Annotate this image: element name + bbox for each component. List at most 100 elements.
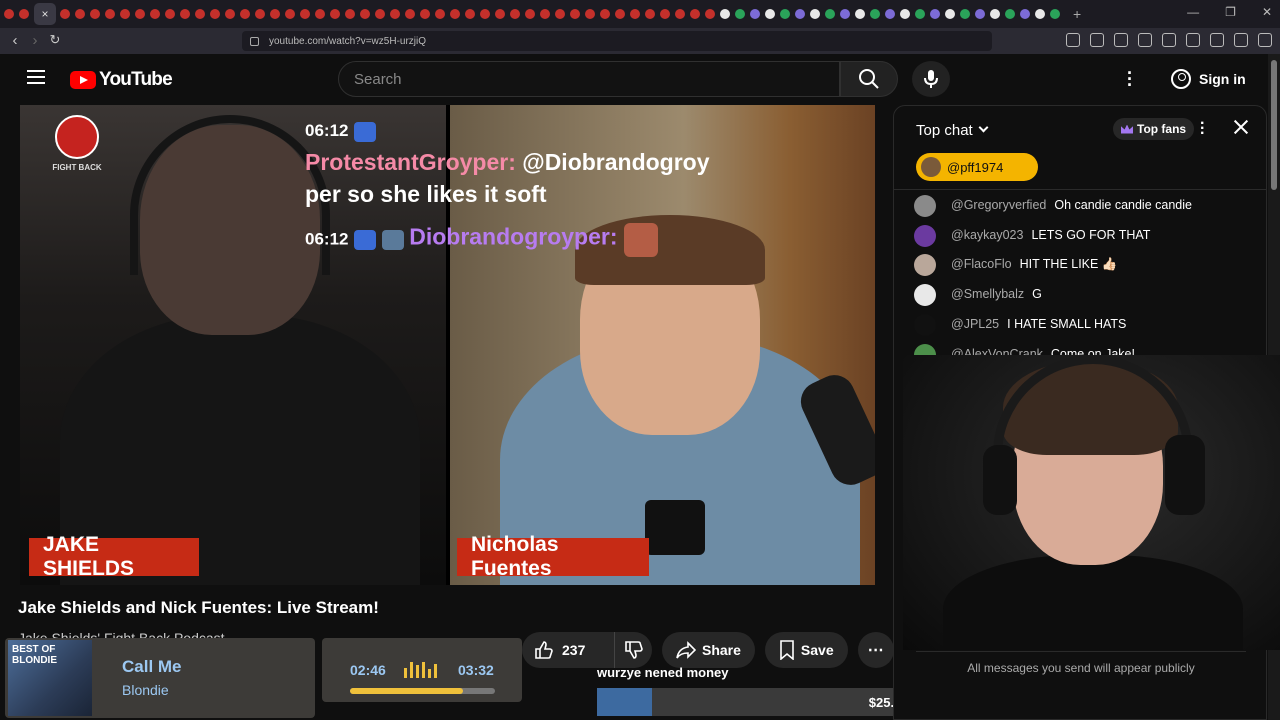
share-button[interactable]: Share xyxy=(662,632,755,668)
browser-tab[interactable] xyxy=(885,9,895,19)
more-actions-button[interactable]: ⋯ xyxy=(857,632,894,668)
active-browser-tab[interactable]: × xyxy=(34,3,56,25)
pinned-user-chip[interactable]: @pff1974 xyxy=(916,153,1038,181)
browser-tab[interactable] xyxy=(450,9,460,19)
browser-tab[interactable] xyxy=(930,9,940,19)
browser-tab[interactable] xyxy=(150,9,160,19)
extension-icon[interactable] xyxy=(1066,33,1080,47)
browser-tab[interactable] xyxy=(165,9,175,19)
chat-message[interactable]: @kaykay023 LETS GO FOR THAT xyxy=(914,225,1254,247)
minimize-button[interactable]: — xyxy=(1187,5,1199,19)
extension-icon[interactable] xyxy=(1234,33,1248,47)
browser-tab[interactable] xyxy=(1035,9,1045,19)
browser-tab[interactable] xyxy=(435,9,445,19)
close-chat-icon[interactable] xyxy=(1232,118,1250,136)
browser-tab[interactable] xyxy=(270,9,280,19)
chat-author[interactable]: @JPL25 xyxy=(951,317,999,331)
browser-tab[interactable] xyxy=(705,9,715,19)
extension-icon[interactable] xyxy=(1186,33,1200,47)
browser-tab[interactable] xyxy=(675,9,685,19)
top-fans-button[interactable]: Top fans xyxy=(1113,118,1195,140)
chat-message[interactable]: @Smellybalz G xyxy=(914,284,1254,306)
browser-tab[interactable] xyxy=(645,9,655,19)
browser-tab[interactable] xyxy=(525,9,535,19)
extension-icon[interactable] xyxy=(1138,33,1152,47)
browser-tab[interactable] xyxy=(990,9,1000,19)
avatar[interactable] xyxy=(914,225,936,247)
browser-tab[interactable] xyxy=(585,9,595,19)
sign-in-button[interactable]: Sign in xyxy=(1163,64,1255,94)
browser-tab[interactable] xyxy=(225,9,235,19)
browser-tab[interactable] xyxy=(405,9,415,19)
browser-tab[interactable] xyxy=(240,9,250,19)
browser-tab[interactable] xyxy=(600,9,610,19)
avatar[interactable] xyxy=(914,284,936,306)
chat-author[interactable]: @FlacoFlo xyxy=(951,257,1012,271)
browser-tab[interactable] xyxy=(345,9,355,19)
like-button[interactable]: 237 xyxy=(522,632,608,668)
browser-tab[interactable] xyxy=(210,9,220,19)
extension-icon[interactable] xyxy=(1114,33,1128,47)
browser-tab[interactable] xyxy=(255,9,265,19)
site-info-icon[interactable] xyxy=(250,36,259,46)
browser-tab[interactable] xyxy=(870,9,880,19)
forward-button[interactable]: › xyxy=(24,32,46,49)
browser-tab[interactable] xyxy=(540,9,550,19)
browser-tab[interactable] xyxy=(630,9,640,19)
browser-tab[interactable] xyxy=(570,9,580,19)
reload-icon[interactable]: ↻ xyxy=(44,32,66,48)
browser-tab[interactable] xyxy=(330,9,340,19)
browser-tab[interactable] xyxy=(4,9,14,19)
search-button[interactable] xyxy=(840,61,898,97)
browser-tab[interactable] xyxy=(510,9,520,19)
settings-menu-icon[interactable]: · · · xyxy=(1127,64,1133,94)
browser-tab[interactable] xyxy=(120,9,130,19)
save-button[interactable]: Save xyxy=(764,632,848,668)
chat-more-options-icon[interactable]: · · · xyxy=(1200,116,1205,142)
browser-tab[interactable] xyxy=(90,9,100,19)
browser-tab[interactable] xyxy=(915,9,925,19)
avatar[interactable] xyxy=(914,314,936,336)
browser-tab[interactable] xyxy=(60,9,70,19)
browser-tab[interactable] xyxy=(840,9,850,19)
browser-tab[interactable] xyxy=(750,9,760,19)
browser-tab[interactable] xyxy=(720,9,730,19)
chat-author[interactable]: @kaykay023 xyxy=(951,228,1023,242)
browser-tab[interactable] xyxy=(900,9,910,19)
voice-search-button[interactable] xyxy=(912,61,950,97)
browser-tab[interactable] xyxy=(465,9,475,19)
browser-tab[interactable] xyxy=(855,9,865,19)
chat-author[interactable]: @Gregoryverfied xyxy=(951,198,1046,212)
extension-icon[interactable] xyxy=(1210,33,1224,47)
maximize-button[interactable]: ❐ xyxy=(1225,5,1236,19)
chat-message[interactable]: @Gregoryverfied Oh candie candie candie xyxy=(914,195,1254,217)
youtube-logo[interactable]: YouTube xyxy=(70,69,173,91)
browser-tab[interactable] xyxy=(735,9,745,19)
browser-tab[interactable] xyxy=(810,9,820,19)
browser-tab[interactable] xyxy=(975,9,985,19)
extension-icon[interactable] xyxy=(1090,33,1104,47)
browser-tab[interactable] xyxy=(19,9,29,19)
extension-icon[interactable] xyxy=(1162,33,1176,47)
browser-tab[interactable] xyxy=(360,9,370,19)
browser-tab[interactable] xyxy=(495,9,505,19)
browser-tab[interactable] xyxy=(765,9,775,19)
browser-tab[interactable] xyxy=(375,9,385,19)
address-bar[interactable]: youtube.com/watch?v=wz5H-urzjiQ xyxy=(242,31,992,51)
chat-message[interactable]: @FlacoFlo HIT THE LIKE 👍🏻 xyxy=(914,254,1254,276)
new-tab-button[interactable]: + xyxy=(1073,6,1081,22)
browser-tab[interactable] xyxy=(300,9,310,19)
browser-tab[interactable] xyxy=(615,9,625,19)
browser-tab[interactable] xyxy=(390,9,400,19)
browser-tab[interactable] xyxy=(960,9,970,19)
browser-tab[interactable] xyxy=(945,9,955,19)
browser-tab[interactable] xyxy=(1050,9,1060,19)
browser-tab[interactable] xyxy=(135,9,145,19)
page-scrollbar-thumb[interactable] xyxy=(1271,60,1277,190)
browser-tab[interactable] xyxy=(195,9,205,19)
chat-author[interactable]: @Smellybalz xyxy=(951,287,1024,301)
browser-tab[interactable] xyxy=(825,9,835,19)
browser-tab[interactable] xyxy=(1020,9,1030,19)
close-window-button[interactable]: ✕ xyxy=(1262,5,1272,19)
browser-tab[interactable] xyxy=(690,9,700,19)
